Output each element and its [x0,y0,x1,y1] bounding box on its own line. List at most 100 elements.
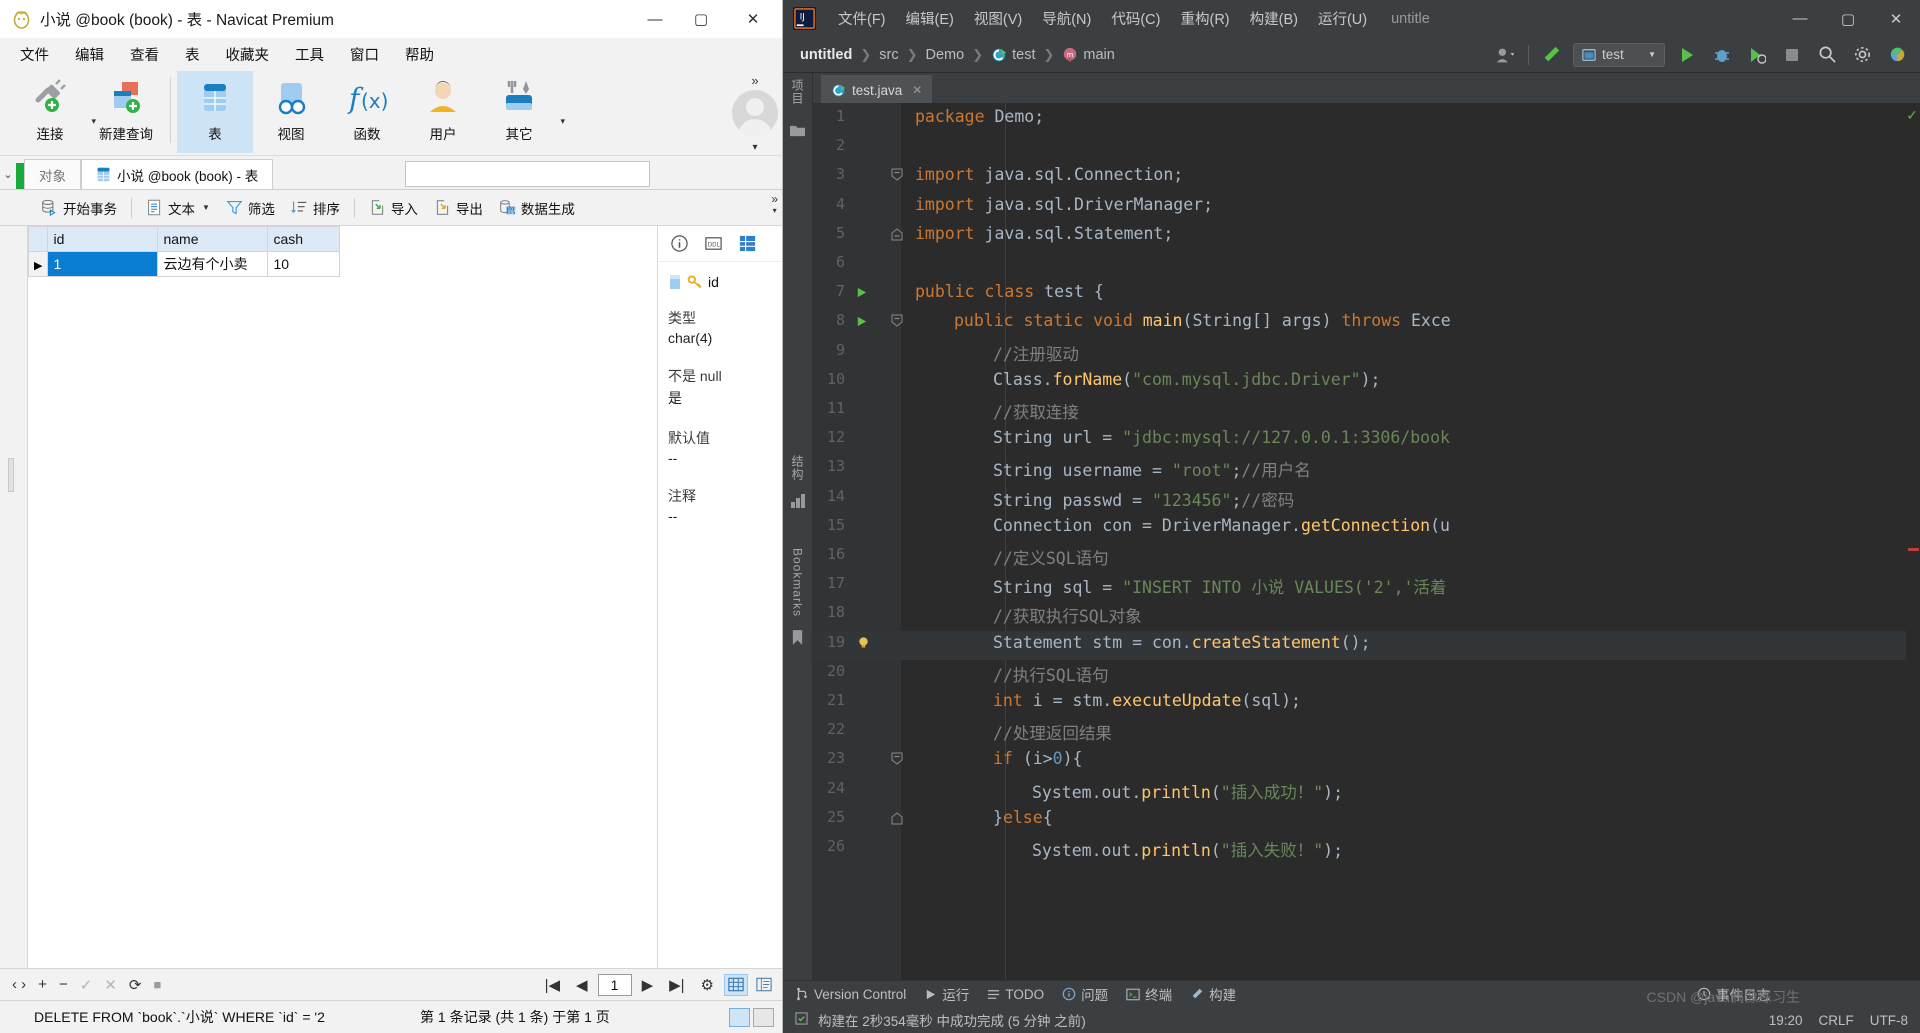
menu-tools[interactable]: 工具 [283,39,336,70]
delete-record-button[interactable]: − [53,974,74,995]
code-line[interactable]: //处理返回结果 [915,720,1112,744]
toolbar-problems[interactable]: 问题 [1062,984,1108,1004]
sidebar-collapse-icon[interactable]: ⌄ [0,168,16,189]
apply-changes-button[interactable]: ✓ [74,974,99,996]
code-line[interactable]: //定义SQL语句 [915,545,1109,569]
add-record-button[interactable]: + [32,974,53,995]
avatar[interactable] [732,90,778,136]
code-line[interactable]: String username = "root";//用户名 [915,457,1311,481]
ij-minimize-button[interactable]: — [1776,0,1824,37]
code-line[interactable]: package Demo; [915,107,1044,126]
status-line-separator[interactable]: CRLF [1818,1013,1853,1028]
menu-window[interactable]: 窗口 [338,39,391,70]
ij-menu-edit[interactable]: 编辑(E) [896,5,964,32]
code-line[interactable]: System.out.println("插入失败！"); [915,837,1343,861]
menu-favorites[interactable]: 收藏夹 [214,39,282,70]
code-line[interactable]: public static void main(String[] args) t… [915,311,1451,330]
code-line[interactable]: String sql = "INSERT INTO 小说 VALUES('2',… [915,574,1446,598]
toolbar-version-control[interactable]: Version Control [795,987,906,1002]
export-button[interactable]: 导出 [427,194,490,222]
code-line[interactable]: //注册驱动 [915,341,1079,365]
editor-gutter[interactable]: 1 2 3 4 5 6 7 8 9 10 11 12 13 14 15 16 17 18 19 20 21 22 23 24 2… [813,103,903,980]
begin-transaction-button[interactable]: 开始事务 [34,194,124,222]
chevron-down-icon[interactable]: ▾ [560,116,565,127]
info-icon[interactable] [668,233,690,255]
search-icon[interactable] [1814,43,1840,67]
navicat-close-button[interactable]: ✕ [724,0,782,38]
code-line[interactable]: String url = "jdbc:mysql://127.0.0.1:330… [915,428,1450,447]
toolwindow-structure[interactable]: 结构 [789,455,806,481]
ij-maximize-button[interactable]: ▢ [1824,0,1872,37]
menu-view[interactable]: 查看 [118,39,171,70]
import-button[interactable]: 导入 [362,194,425,222]
data-generation-button[interactable]: 101 ABC 数据生成 [492,194,582,222]
grid-icon[interactable] [736,233,758,255]
code-line[interactable]: System.out.println("插入成功！"); [915,779,1343,803]
code-editor[interactable]: 1 2 3 4 5 6 7 8 9 10 11 12 13 14 15 16 17 18 19 20 21 22 23 24 2… [813,103,1920,980]
chevron-down-icon[interactable]: ▾ [773,206,777,215]
code-line[interactable]: //获取执行SQL对象 [915,603,1142,627]
run-icon[interactable] [1674,43,1700,67]
toolwindow-bookmarks[interactable]: Bookmarks [791,548,805,617]
ij-menu-build[interactable]: 构建(B) [1240,5,1308,32]
ij-close-button[interactable]: ✕ [1872,0,1920,37]
column-header-id[interactable]: id [47,226,159,252]
build-hammer-icon[interactable] [1538,43,1564,67]
splitter-handle[interactable] [8,458,14,492]
tab-table-data[interactable]: 小说 @book (book) - 表 [81,159,274,189]
first-page-button[interactable]: |◀ [539,974,566,996]
chevron-down-icon[interactable]: ▼ [202,203,210,212]
folder-icon[interactable] [789,123,806,143]
last-page-button[interactable]: ▶| [663,974,690,996]
ribbon-view[interactable]: 视图 [253,71,329,153]
code-line[interactable]: int i = stm.executeUpdate(sql); [915,691,1301,710]
ij-menu-run[interactable]: 运行(U) [1308,5,1377,32]
run-gutter-icon[interactable] [851,311,871,331]
ribbon-new-query[interactable]: 新建查询 [88,71,164,153]
settings-icon[interactable] [1849,43,1875,67]
column-header-cash[interactable]: cash [267,226,341,252]
breadcrumb-untitled[interactable]: untitled [795,45,857,65]
debug-icon[interactable] [1709,43,1735,67]
ij-menu-navigate[interactable]: 导航(N) [1032,5,1101,32]
code-line[interactable]: Connection con = DriverManager.getConnec… [915,516,1450,535]
error-stripe-scrollbar[interactable]: ✓ [1906,103,1920,980]
code-line[interactable]: //获取连接 [915,399,1079,423]
status-encoding[interactable]: UTF-8 [1870,1013,1908,1028]
grid-settings-button[interactable]: ⚙ [695,974,720,996]
stop-button[interactable]: ■ [147,975,167,994]
error-stripe-mark[interactable] [1908,548,1919,551]
toolbar-run[interactable]: 运行 [924,984,969,1004]
split-layout-right-icon[interactable] [753,1007,774,1027]
code-line[interactable]: }else{ [915,808,1053,827]
code-text[interactable]: package Demo; import java.sql.Connection;… [901,103,1920,980]
grid-view-icon[interactable] [724,973,748,996]
column-header-name[interactable]: name [157,226,269,252]
chevron-down-icon[interactable]: ▾ [752,142,757,153]
cancel-changes-button[interactable]: ✕ [98,974,123,996]
breadcrumb-src[interactable]: src [874,45,903,65]
search-input[interactable] [405,161,650,187]
ij-menu-view[interactable]: 视图(V) [964,5,1032,32]
refresh-button[interactable]: ⟳ [123,974,148,996]
toolbar-build[interactable]: 构建 [1190,984,1236,1004]
tab-objects[interactable]: 对象 [24,159,81,189]
bookmark-icon[interactable] [791,629,804,651]
plugin-icon[interactable] [1884,43,1910,67]
split-layout-left-icon[interactable] [729,1007,750,1027]
sort-button[interactable]: 排序 [284,194,347,222]
toolbar-terminal[interactable]: 终端 [1126,984,1172,1004]
breadcrumb-demo[interactable]: Demo [921,45,970,65]
run-gutter-icon[interactable] [851,282,871,302]
cell-cash[interactable]: 10 [267,251,341,277]
breadcrumb-test[interactable]: test [986,45,1040,65]
tab-test-java[interactable]: test.java ✕ [821,75,933,103]
menu-help[interactable]: 帮助 [393,39,446,70]
menu-table[interactable]: 表 [173,39,212,70]
toolbar-todo[interactable]: TODO [987,987,1044,1002]
ribbon-table[interactable]: 表 [177,71,253,153]
run-configuration-selector[interactable]: test ▼ [1573,42,1665,67]
prev-page-button[interactable]: ◀ [570,974,594,996]
code-line[interactable]: if (i>0){ [915,749,1082,768]
code-line[interactable]: String passwd = "123456";//密码 [915,487,1294,511]
